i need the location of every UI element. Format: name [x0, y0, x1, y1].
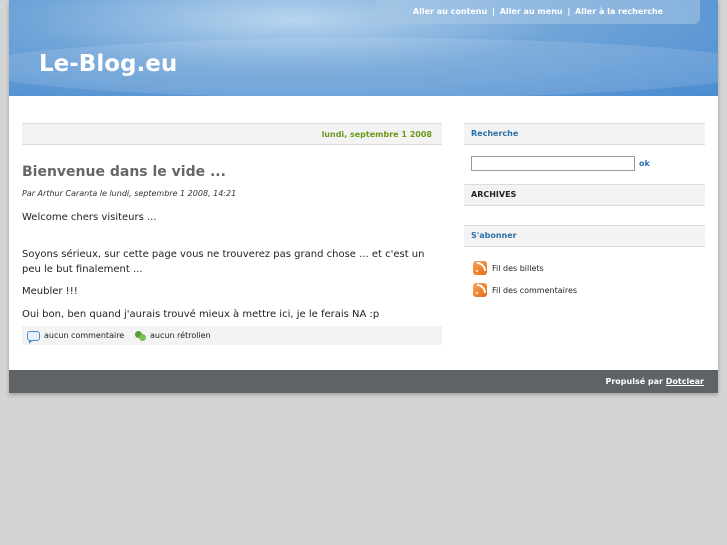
- trackbacks-link-wrapper: aucun rétrolien: [135, 326, 211, 345]
- post-info: Par Arthur Caranta le lundi, septembre 1…: [22, 189, 237, 198]
- search-input[interactable]: [471, 156, 635, 171]
- rss-icon[interactable]: [473, 261, 487, 275]
- separator: |: [492, 7, 495, 16]
- comments-link[interactable]: aucun commentaire: [44, 326, 124, 345]
- comments-link-wrapper: aucun commentaire: [27, 326, 124, 345]
- feed-comments-item: Fil des commentaires: [473, 283, 577, 297]
- page: Aller au contenu | Aller au menu | Aller…: [9, 0, 718, 393]
- skip-to-search-link[interactable]: Aller à la recherche: [575, 7, 663, 16]
- trackbacks-link[interactable]: aucun rétrolien: [150, 326, 211, 345]
- blog-title[interactable]: Le-Blog.eu: [39, 50, 177, 78]
- powered-by-text: Propulsé par: [605, 377, 663, 386]
- post-paragraph: Welcome chers visiteurs ...: [22, 212, 157, 223]
- skip-links-bar: Aller au contenu | Aller au menu | Aller…: [376, 0, 700, 24]
- archives-heading[interactable]: ARCHIVES: [464, 184, 705, 206]
- feed-comments-link[interactable]: Fil des commentaires: [492, 286, 577, 295]
- skip-to-content-link[interactable]: Aller au contenu: [413, 7, 487, 16]
- subscribe-heading: S'abonner: [464, 225, 705, 247]
- header: Aller au contenu | Aller au menu | Aller…: [9, 0, 718, 96]
- post-title[interactable]: Bienvenue dans le vide ...: [22, 164, 226, 180]
- skip-to-menu-link[interactable]: Aller au menu: [500, 7, 563, 16]
- feed-entries-item: Fil des billets: [473, 261, 544, 275]
- post-paragraph: Meubler !!!: [22, 286, 78, 297]
- post-paragraph: Soyons sérieux, sur cette page vous ne t…: [22, 249, 425, 275]
- feed-entries-link[interactable]: Fil des billets: [492, 264, 544, 273]
- separator: |: [567, 7, 571, 16]
- post-footer: aucun commentaire aucun rétrolien: [22, 326, 442, 345]
- post-paragraph: Oui bon, ben quand j'aurais trouvé mieux…: [22, 309, 380, 320]
- post-date: lundi, septembre 1 2008: [22, 123, 442, 145]
- comment-icon: [27, 330, 40, 344]
- rss-icon[interactable]: [473, 283, 487, 297]
- search-submit-button[interactable]: ok: [639, 156, 650, 171]
- search-heading: Recherche: [464, 123, 705, 145]
- dotclear-link[interactable]: Dotclear: [666, 377, 704, 386]
- footer: Propulsé par Dotclear: [9, 370, 718, 393]
- trackback-icon: [135, 330, 147, 341]
